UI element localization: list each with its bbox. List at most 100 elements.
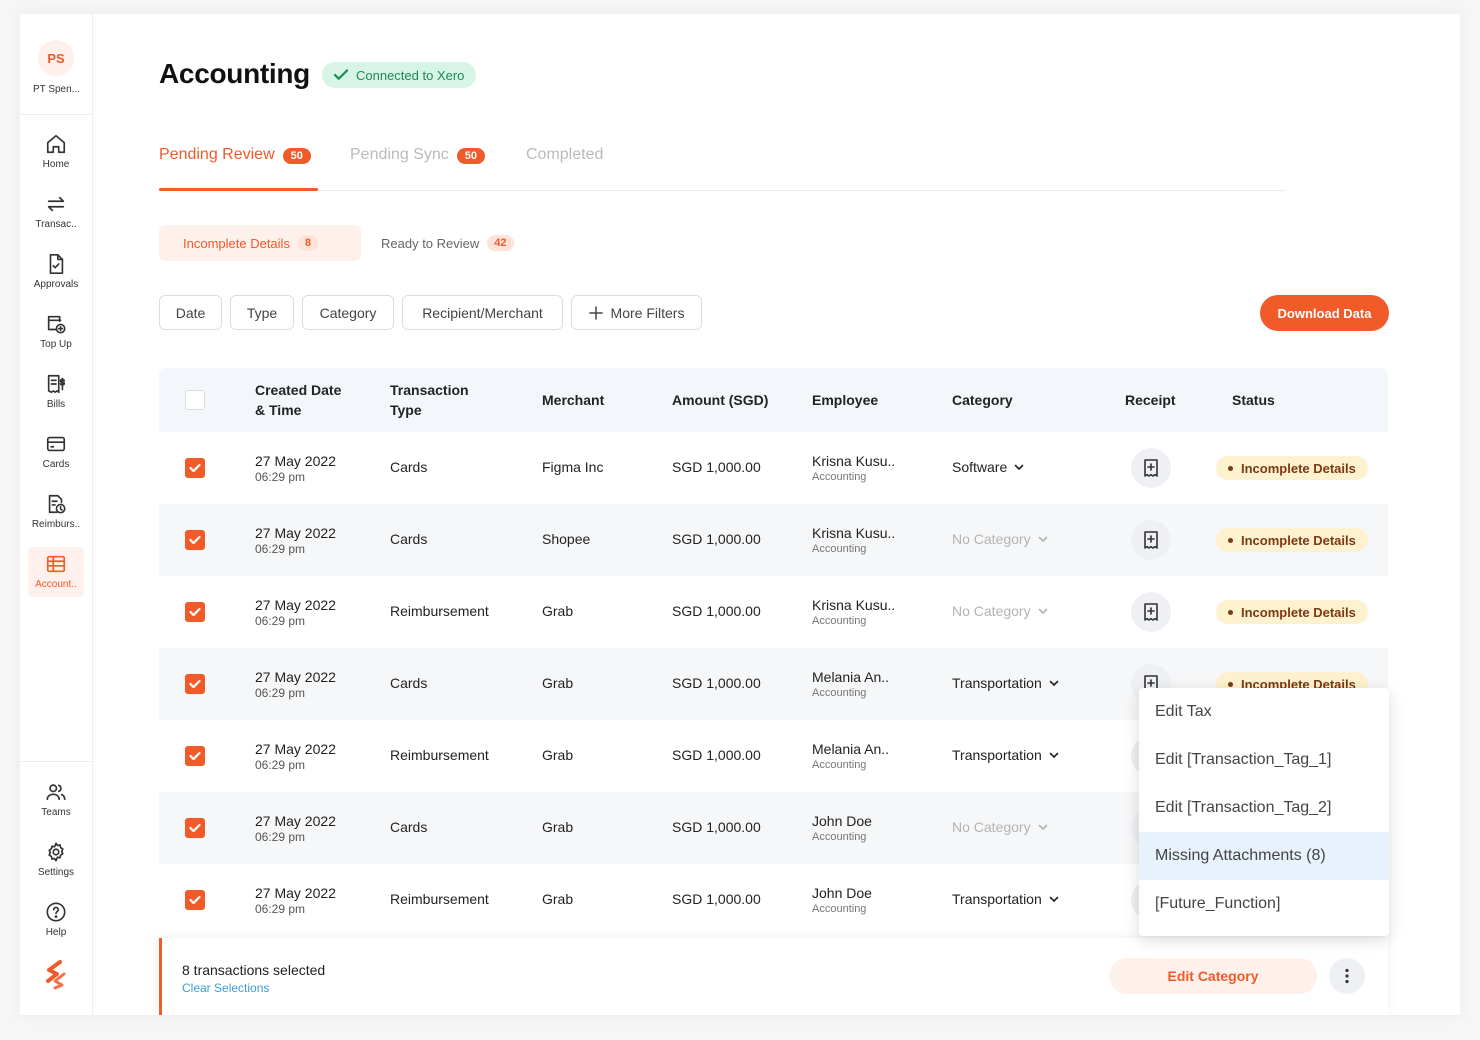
chevron-down-icon (1014, 464, 1024, 470)
category-dropdown[interactable]: Transportation (952, 747, 1060, 763)
menu-item-edit-tag-1[interactable]: Edit [Transaction_Tag_1] (1139, 736, 1389, 784)
column-header-merchant[interactable]: Merchant (542, 390, 604, 410)
clear-selections-link[interactable]: Clear Selections (182, 981, 269, 995)
row-checkbox[interactable] (185, 674, 205, 694)
sidebar-item-label: Reimburs.. (31, 519, 81, 530)
status-text: Incomplete Details (1241, 604, 1356, 620)
sidebar-item-help[interactable]: Help (28, 895, 84, 945)
employee-cell: John Doe Accounting (812, 884, 872, 916)
more-actions-button[interactable] (1329, 958, 1365, 994)
column-header-employee[interactable]: Employee (812, 390, 878, 410)
row-checkbox[interactable] (185, 530, 205, 550)
filter-recipient-button[interactable]: Recipient/Merchant (402, 295, 563, 330)
category-dropdown[interactable]: Transportation (952, 675, 1060, 691)
sidebar-item-bills[interactable]: Bills (28, 367, 84, 417)
sidebar: PS PT Spen... Home Transac.. Approvals T… (20, 14, 93, 1015)
category-value: No Category (952, 819, 1031, 835)
employee-cell: Krisna Kusu.. Accounting (812, 452, 895, 484)
upload-receipt-button[interactable] (1131, 448, 1171, 488)
merchant-cell: Grab (542, 603, 574, 619)
upload-receipt-button[interactable] (1131, 592, 1171, 632)
row-checkbox[interactable] (185, 746, 205, 766)
date-text: 27 May 2022 (255, 885, 336, 901)
xero-connection-badge: Connected to Xero (322, 62, 477, 88)
category-dropdown[interactable]: Software (952, 459, 1025, 475)
sidebar-item-accounting[interactable]: Account.. (28, 547, 84, 597)
chevron-down-icon (1049, 896, 1059, 902)
category-dropdown[interactable]: No Category (952, 819, 1049, 835)
subtab-ready-to-review[interactable]: Ready to Review 42 (361, 225, 538, 261)
row-checkbox[interactable] (185, 602, 205, 622)
row-checkbox[interactable] (185, 818, 205, 838)
more-filters-button[interactable]: More Filters (571, 295, 702, 330)
table-header: Created Date & Time Transaction Type Mer… (159, 368, 1388, 432)
filter-label: Category (319, 304, 377, 321)
sidebar-item-home[interactable]: Home (28, 127, 84, 177)
sidebar-item-topup[interactable]: Top Up (28, 307, 84, 357)
status-badge: Incomplete Details (1216, 600, 1368, 624)
category-dropdown[interactable]: No Category (952, 603, 1049, 619)
merchant-cell: Grab (542, 819, 574, 835)
check-icon (189, 895, 201, 905)
sidebar-item-transactions[interactable]: Transac.. (28, 187, 84, 237)
employee-cell: Melania An.. Accounting (812, 668, 889, 700)
reimburse-icon (48, 494, 66, 514)
column-header-date[interactable]: Created Date & Time (255, 380, 341, 420)
upload-receipt-button[interactable] (1131, 520, 1171, 560)
category-dropdown[interactable]: No Category (952, 531, 1049, 547)
status-badge: Incomplete Details (1216, 456, 1368, 480)
sidebar-item-label: Bills (46, 399, 66, 410)
status-dot (1228, 609, 1233, 615)
filter-category-button[interactable]: Category (302, 295, 394, 330)
sidebar-item-approvals[interactable]: Approvals (28, 247, 84, 297)
menu-item-edit-tax[interactable]: Edit Tax (1139, 688, 1389, 736)
row-checkbox[interactable] (185, 458, 205, 478)
sidebar-item-label: Teams (41, 807, 71, 818)
table-row[interactable]: 27 May 2022 06:29 pm Cards Figma Inc SGD 1,0… (159, 432, 1388, 504)
filter-type-button[interactable]: Type (230, 295, 294, 330)
sidebar-item-teams[interactable]: Teams (28, 775, 84, 825)
column-header-receipt[interactable]: Receipt (1125, 390, 1176, 410)
menu-item-missing-attachments[interactable]: Missing Attachments (8) (1139, 832, 1389, 880)
select-all-checkbox[interactable] (185, 390, 205, 410)
created-date-cell: 27 May 2022 06:29 pm (255, 596, 336, 628)
sidebar-item-label: Settings (37, 867, 75, 878)
sidebar-item-reimbursements[interactable]: Reimburs.. (28, 487, 84, 537)
tab-pending-sync[interactable]: Pending Sync 50 (350, 146, 485, 191)
column-header-amount[interactable]: Amount (SGD) (672, 390, 768, 410)
status-text: Incomplete Details (1241, 532, 1356, 548)
edit-category-button[interactable]: Edit Category (1109, 958, 1317, 994)
filter-label: Type (246, 304, 278, 321)
merchant-cell: Grab (542, 675, 574, 691)
receipt-upload-icon (1144, 459, 1158, 477)
menu-item-future-function[interactable]: [Future_Function] (1139, 880, 1389, 928)
table-row[interactable]: 27 May 2022 06:29 pm Reimbursement Grab SGD … (159, 576, 1388, 648)
sidebar-item-cards[interactable]: Cards (28, 427, 84, 477)
category-dropdown[interactable]: Transportation (952, 891, 1060, 907)
amount-cell: SGD 1,000.00 (672, 891, 761, 907)
status-badge: Incomplete Details (1216, 528, 1368, 552)
download-data-button[interactable]: Download Data (1260, 295, 1389, 331)
table-row[interactable]: 27 May 2022 06:29 pm Cards Shopee SGD 1,000.… (159, 504, 1388, 576)
subtab-label: Incomplete Details (183, 235, 290, 251)
column-header-status[interactable]: Status (1232, 390, 1275, 410)
column-header-type[interactable]: Transaction Type (390, 380, 469, 420)
merchant-cell: Grab (542, 747, 574, 763)
employee-name: Krisna Kusu.. (812, 525, 896, 541)
category-value: No Category (952, 603, 1031, 619)
created-date-cell: 27 May 2022 06:29 pm (255, 812, 336, 844)
amount-cell: SGD 1,000.00 (672, 459, 761, 475)
amount-cell: SGD 1,000.00 (672, 819, 761, 835)
tab-completed[interactable]: Completed (526, 146, 603, 191)
subtab-incomplete-details[interactable]: Incomplete Details 8 (159, 225, 361, 261)
column-header-category[interactable]: Category (952, 390, 1013, 410)
menu-item-edit-tag-2[interactable]: Edit [Transaction_Tag_2] (1139, 784, 1389, 832)
tab-pending-review[interactable]: Pending Review 50 (159, 146, 318, 191)
sidebar-item-settings[interactable]: Settings (28, 835, 84, 885)
row-checkbox[interactable] (185, 890, 205, 910)
org-avatar[interactable]: PS (38, 40, 74, 76)
filter-date-button[interactable]: Date (159, 295, 222, 330)
transaction-type-cell: Cards (390, 459, 428, 475)
employee-name: Melania An.. (812, 741, 890, 757)
employee-name: Melania An.. (812, 669, 890, 685)
